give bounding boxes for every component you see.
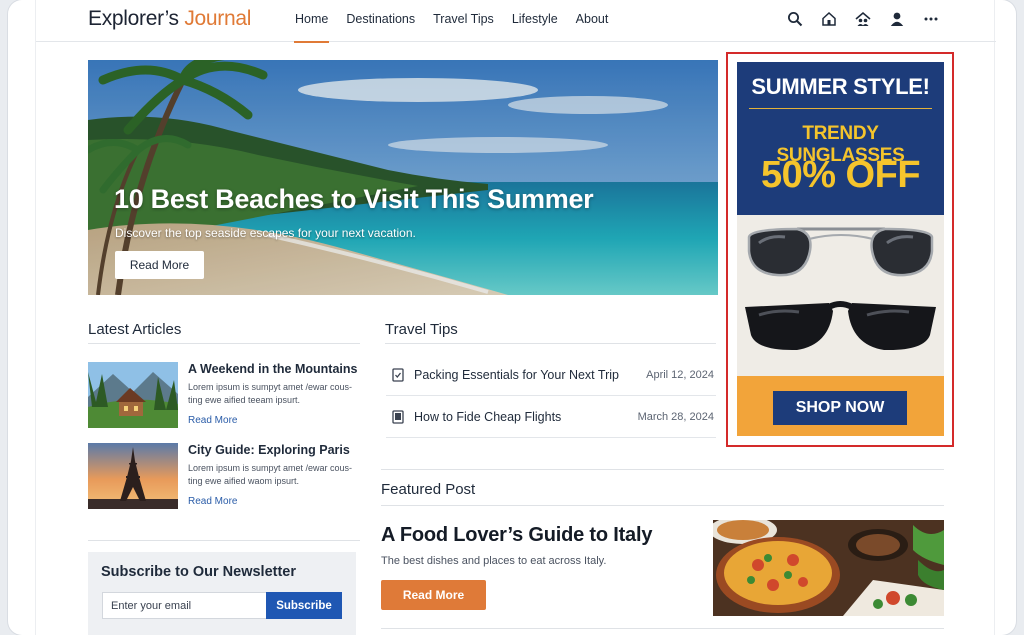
- header-icons: [786, 10, 940, 28]
- featured-post-heading: Featured Post: [381, 481, 476, 498]
- list-item[interactable]: Packing Essentials for Your Next Trip Ap…: [386, 355, 716, 396]
- ad-headline: SUMMER STYLE!: [751, 74, 930, 99]
- document-icon: [392, 410, 404, 424]
- list-item[interactable]: A Weekend in the Mountains Lorem ipsum i…: [88, 362, 358, 430]
- newsletter-box: Subscribe to Our Newsletter Subscribe: [88, 552, 356, 635]
- article-excerpt: Lorem ipsum is sumpyt amet /ewar cous-ti…: [188, 382, 353, 405]
- community-icon[interactable]: [854, 10, 872, 28]
- ad-divider: [749, 108, 932, 109]
- main-nav: Home Destinations Travel Tips Lifestyle …: [286, 0, 618, 43]
- article-read-more-link[interactable]: Read More: [188, 415, 237, 426]
- featured-read-more-button[interactable]: Read More: [381, 580, 486, 610]
- nav-home[interactable]: Home: [286, 0, 337, 43]
- article-title[interactable]: City Guide: Exploring Paris: [188, 443, 350, 457]
- featured-top-divider: [381, 469, 944, 470]
- site-header: Explorer’s Journal Home Destinations Tra…: [36, 0, 996, 43]
- ad-shop-now-button[interactable]: SHOP NOW: [773, 391, 907, 425]
- more-icon[interactable]: [922, 10, 940, 28]
- logo-text-primary: Explorer’s: [88, 7, 179, 30]
- subscribe-button[interactable]: Subscribe: [266, 592, 342, 619]
- article-title[interactable]: A Weekend in the Mountains: [188, 362, 357, 376]
- list-item[interactable]: How to Fide Cheap Flights March 28, 2024: [386, 397, 716, 438]
- sunglasses-icon: [745, 227, 936, 351]
- latest-articles-heading: Latest Articles: [88, 321, 182, 338]
- logo-text-accent: Journal: [184, 7, 252, 30]
- nav-destinations[interactable]: Destinations: [337, 0, 424, 42]
- latest-bottom-divider: [88, 540, 360, 541]
- tip-title[interactable]: How to Fide Cheap Flights: [414, 410, 561, 424]
- home-icon[interactable]: [820, 10, 838, 28]
- sunglasses-ad[interactable]: SUMMER STYLE! TRENDY SUNGLASSES 50% OFF: [737, 62, 944, 436]
- browser-window: Explorer’s Journal Home Destinations Tra…: [8, 0, 1016, 635]
- hero-title: 10 Best Beaches to Visit This Summer: [114, 184, 594, 214]
- search-icon[interactable]: [786, 10, 804, 28]
- ad-highlight-frame: SUMMER STYLE! TRENDY SUNGLASSES 50% OFF: [726, 52, 954, 447]
- nav-travel-tips[interactable]: Travel Tips: [424, 0, 503, 42]
- user-icon[interactable]: [888, 10, 906, 28]
- email-field[interactable]: [102, 592, 266, 619]
- tip-title[interactable]: Packing Essentials for Your Next Trip: [414, 368, 619, 382]
- tips-divider: [385, 343, 716, 344]
- featured-bottom-divider: [381, 628, 944, 629]
- page: Explorer’s Journal Home Destinations Tra…: [35, 0, 996, 635]
- italian-food-image: [713, 520, 944, 616]
- travel-tips-heading: Travel Tips: [385, 321, 458, 338]
- nav-about[interactable]: About: [567, 0, 618, 42]
- checklist-icon: [392, 368, 404, 382]
- latest-divider: [88, 343, 360, 344]
- site-logo[interactable]: Explorer’s Journal: [88, 7, 251, 31]
- hero-banner[interactable]: 10 Best Beaches to Visit This Summer Dis…: [88, 60, 718, 295]
- featured-subtitle: The best dishes and places to eat across…: [381, 555, 607, 567]
- tip-date: April 12, 2024: [646, 369, 714, 381]
- mountain-cabin-image: [88, 362, 178, 428]
- article-read-more-link[interactable]: Read More: [188, 496, 237, 507]
- article-excerpt: Lorem ipsum is sumpyt amet /ewar cous-ti…: [188, 463, 353, 486]
- hero-read-more-button[interactable]: Read More: [115, 251, 204, 279]
- eiffel-tower-image: [88, 443, 178, 509]
- tip-date: March 28, 2024: [637, 411, 714, 423]
- featured-divider: [381, 505, 944, 506]
- hero-subtitle: Discover the top seaside escapes for you…: [115, 226, 416, 240]
- ad-discount: 50% OFF: [760, 154, 921, 196]
- newsletter-heading: Subscribe to Our Newsletter: [101, 564, 296, 580]
- nav-lifestyle[interactable]: Lifestyle: [503, 0, 567, 42]
- list-item[interactable]: City Guide: Exploring Paris Lorem ipsum …: [88, 443, 358, 511]
- featured-title[interactable]: A Food Lover’s Guide to Italy: [381, 524, 652, 547]
